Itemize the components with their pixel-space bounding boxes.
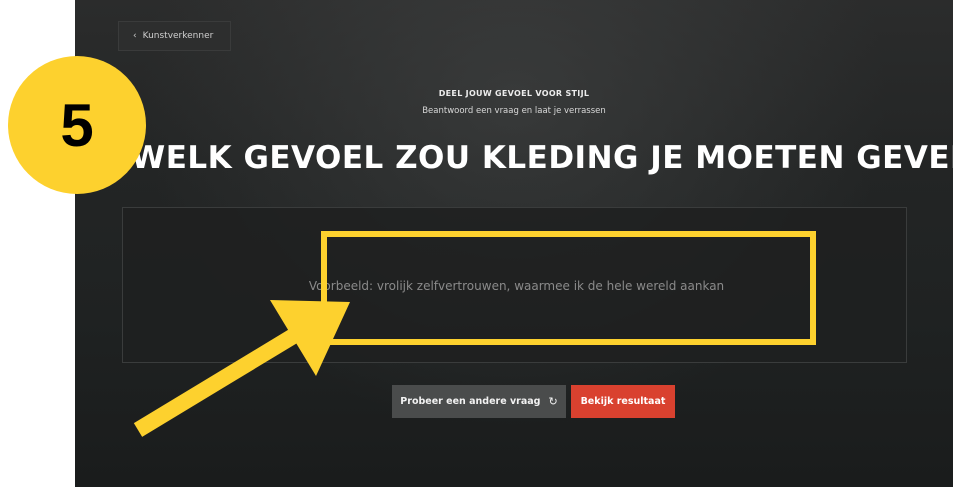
view-result-label: Bekijk resultaat [580, 396, 666, 407]
other-question-button[interactable]: Probeer een andere vraag ↻ [392, 385, 566, 418]
back-button-label: Kunstverkenner [142, 31, 214, 41]
refresh-icon: ↻ [548, 395, 558, 408]
section-subtitle: Beantwoord een vraag en laat je verrasse… [422, 106, 606, 116]
section-eyebrow: DEEL JOUW GEVOEL VOOR STIJL [438, 89, 590, 98]
view-result-button[interactable]: Bekijk resultaat [571, 385, 675, 418]
other-question-label: Probeer een andere vraag [400, 396, 541, 407]
back-button[interactable]: ‹ Kunstverkenner [118, 21, 231, 51]
step-number: 5 [60, 91, 94, 159]
step-number-badge: 5 [8, 56, 146, 194]
question-title: WELK GEVOEL ZOU KLEDING JE MOETEN GEVEN? [131, 140, 953, 176]
chevron-left-icon: ‹ [133, 31, 137, 41]
highlight-rectangle [321, 231, 816, 345]
